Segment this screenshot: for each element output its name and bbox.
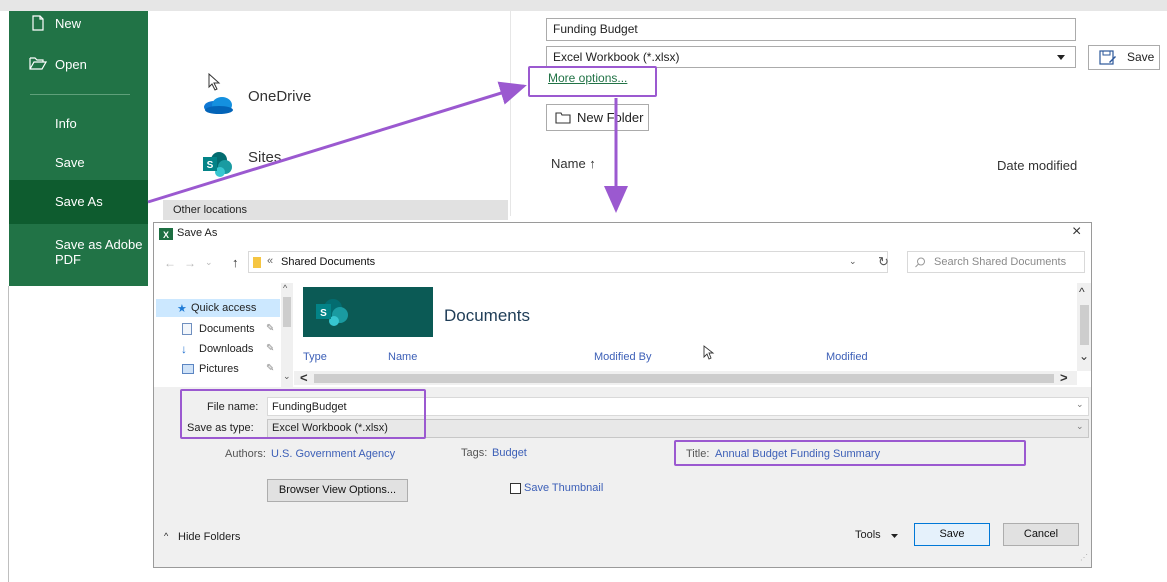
annotation-arrows <box>147 81 628 213</box>
arrow-saveas-to-more-options <box>147 81 527 204</box>
